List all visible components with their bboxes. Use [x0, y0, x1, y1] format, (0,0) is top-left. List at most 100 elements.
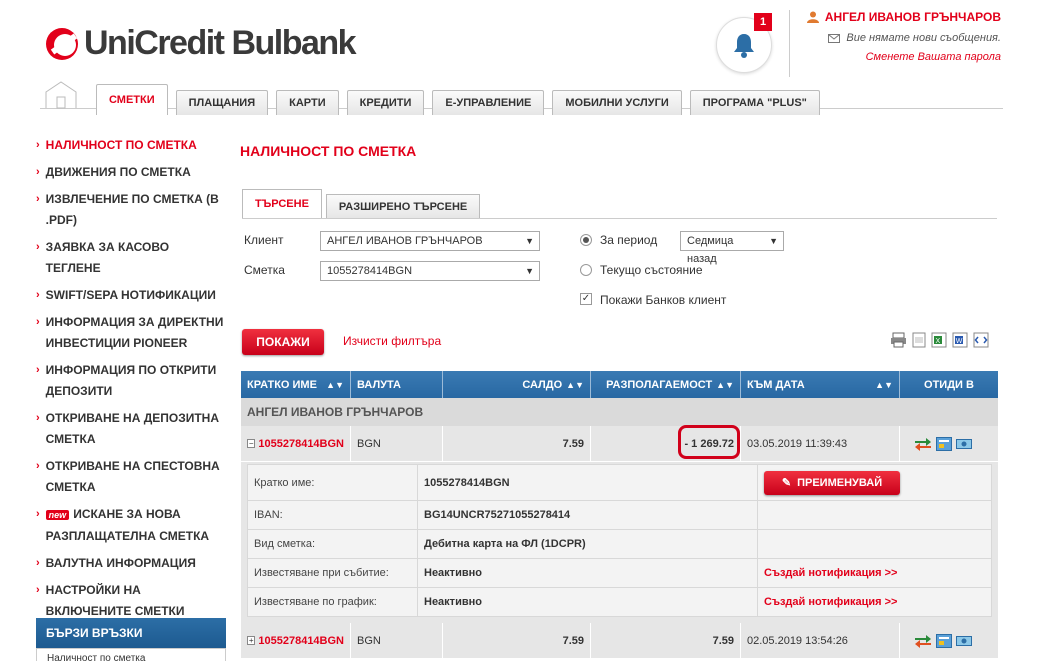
statement-icon[interactable]	[936, 633, 952, 648]
xml-icon[interactable]	[973, 332, 989, 348]
tab-accounts[interactable]: СМЕТКИ	[96, 84, 168, 115]
period-select[interactable]: Седмица назад ▼	[680, 231, 784, 265]
arrow-icon: ›	[36, 166, 40, 178]
pdf-icon[interactable]	[912, 332, 926, 348]
new-badge: new	[45, 510, 70, 520]
arrow-icon: ›	[36, 139, 40, 151]
period-radio[interactable]	[580, 234, 592, 246]
create-event-notification-link[interactable]: Създай нотификация >>	[764, 567, 897, 579]
col-available[interactable]: РАЗПОЛАГАЕМОСТ ▲▼	[591, 371, 741, 398]
sidebar-item-balance[interactable]: › НАЛИЧНОСТ ПО СМЕТКА	[36, 135, 226, 156]
table-header: КРАТКО ИМЕ ▲▼ ВАЛУТА САЛДО ▲▼ РАЗПОЛАГАЕМО…	[241, 371, 998, 398]
col-short-name[interactable]: КРАТКО ИМЕ ▲▼	[241, 371, 351, 398]
detail-row-short-name: Кратко име: 1055278414BGN ✎ ПРЕИМЕНУВАЙ	[247, 464, 992, 501]
show-bank-client-checkbox[interactable]: ✓	[580, 293, 592, 305]
excel-icon[interactable]: X	[931, 332, 947, 348]
sidebar-item-deposits-info[interactable]: › ИНФОРМАЦИЯ ПО ОТКРИТИ ДЕПОЗИТИ	[36, 360, 226, 402]
money-icon[interactable]	[956, 634, 972, 648]
row-currency: BGN	[351, 623, 443, 658]
sidebar-item-movements[interactable]: › ДВИЖЕНИЯ ПО СМЕТКА	[36, 162, 226, 183]
page-title: НАЛИЧНОСТ ПО СМЕТКА	[240, 143, 417, 159]
transfer-arrows-icon[interactable]	[914, 634, 932, 648]
tab-cards[interactable]: КАРТИ	[276, 90, 339, 115]
user-name[interactable]: АНГЕЛ ИВАНОВ ГРЪНЧАРОВ	[806, 10, 1001, 24]
print-icon[interactable]	[890, 332, 907, 348]
arrow-icon: ›	[36, 460, 40, 472]
create-schedule-notification-link[interactable]: Създай нотификация >>	[764, 596, 897, 608]
tab-mobile-services[interactable]: МОБИЛНИ УСЛУГИ	[552, 90, 682, 115]
expand-icon[interactable]: +	[247, 636, 256, 645]
sidebar-item-pioneer[interactable]: › ИНФОРМАЦИЯ ЗА ДИРЕКТНИ ИНВЕСТИЦИИ PIONE…	[36, 312, 226, 354]
row-balance: 7.59	[443, 426, 591, 461]
tab-payments[interactable]: ПЛАЩАНИЯ	[175, 90, 269, 115]
row-date: 02.05.2019 13:54:26	[741, 623, 900, 658]
bank-logo[interactable]: UniCredit Bulbank	[46, 24, 357, 63]
account-select[interactable]: 1055278414BGN ▼	[320, 261, 540, 281]
sidebar-item-account-settings[interactable]: › НАСТРОЙКИ НА ВКЛЮЧЕНИТЕ СМЕТКИ	[36, 580, 226, 622]
sidebar-item-swift-sepa[interactable]: › SWIFT/SEPA НОТИФИКАЦИИ	[36, 285, 226, 306]
sidebar-item-cash-withdrawal[interactable]: › ЗАЯВКА ЗА КАСОВО ТЕГЛЕНЕ	[36, 237, 226, 279]
row-name-cell[interactable]: − 1055278414BGN	[241, 426, 351, 461]
account-link[interactable]: 1055278414BGN	[258, 438, 344, 450]
home-icon	[45, 81, 77, 109]
messages-status[interactable]: Вие нямате нови съобщения.	[807, 32, 1001, 44]
quick-links-header[interactable]: БЪРЗИ ВРЪЗКИ	[36, 618, 226, 648]
change-password-link[interactable]: Сменете Вашата парола	[807, 51, 1001, 63]
tab-loans[interactable]: КРЕДИТИ	[346, 90, 425, 115]
quick-links-first[interactable]: Наличност по сметка	[36, 648, 226, 661]
tab-plus-program[interactable]: ПРОГРАМА "PLUS"	[689, 90, 820, 115]
header-divider	[789, 10, 790, 77]
detail-row-event-notification: Известяване при събитие: Неактивно Създа…	[247, 559, 992, 588]
main-nav: СМЕТКИ ПЛАЩАНИЯ КАРТИ КРЕДИТИ Е-УПРАВЛЕН…	[96, 84, 820, 115]
row-date: 03.05.2019 11:39:43	[741, 426, 900, 461]
collapse-icon[interactable]: −	[247, 439, 256, 448]
tab-advanced-search[interactable]: РАЗШИРЕНО ТЪРСЕНЕ	[325, 194, 481, 218]
account-link[interactable]: 1055278414BGN	[258, 635, 344, 647]
client-select[interactable]: АНГЕЛ ИВАНОВ ГРЪНЧАРОВ ▼	[320, 231, 540, 251]
export-toolbar: X W	[890, 332, 989, 348]
show-bank-client-label: Покажи Банков клиент	[600, 293, 727, 307]
sidebar-item-new-payment-account[interactable]: › new ИСКАНЕ ЗА НОВА РАЗПЛАЩАТЕЛНА СМЕТКА	[36, 504, 226, 547]
current-state-label: Текущо състояние	[600, 263, 703, 277]
col-date[interactable]: КЪМ ДАТА ▲▼	[741, 371, 900, 398]
money-icon[interactable]	[956, 437, 972, 451]
col-balance[interactable]: САЛДО ▲▼	[443, 371, 591, 398]
sidebar-item-currency-info[interactable]: › ВАЛУТНА ИНФОРМАЦИЯ	[36, 553, 226, 574]
chevron-down-icon: ▼	[769, 236, 778, 246]
svg-text:X: X	[936, 338, 941, 345]
search-tabs: ТЪРСЕНЕ РАЗШИРЕНО ТЪРСЕНЕ	[242, 189, 481, 218]
user-icon	[806, 11, 819, 23]
detail-row-account-type: Вид сметка: Дебитна карта на ФЛ (1DCPR)	[247, 530, 992, 559]
search-tabs-baseline	[242, 218, 997, 219]
tab-search[interactable]: ТЪРСЕНЕ	[242, 189, 322, 218]
show-button[interactable]: ПОКАЖИ	[242, 329, 324, 355]
client-select-value: АНГЕЛ ИВАНОВ ГРЪНЧАРОВ	[327, 235, 483, 247]
detail-row-schedule-notification: Известяване по график: Неактивно Създай …	[247, 588, 992, 617]
bell-icon	[734, 34, 754, 58]
balance-table: КРАТКО ИМЕ ▲▼ ВАЛУТА САЛДО ▲▼ РАЗПОЛАГАЕМО…	[241, 371, 998, 659]
chevron-down-icon: ▼	[525, 266, 534, 276]
statement-icon[interactable]	[936, 436, 952, 451]
sidebar-item-open-savings[interactable]: › ОТКРИВАНЕ НА СПЕСТОВНА СМЕТКА	[36, 456, 226, 498]
current-state-radio[interactable]	[580, 264, 592, 276]
sidebar-item-open-deposit[interactable]: › ОТКРИВАНЕ НА ДЕПОЗИТНА СМЕТКА	[36, 408, 226, 450]
transfer-arrows-icon[interactable]	[914, 437, 932, 451]
user-block: АНГЕЛ ИВАНОВ ГРЪНЧАРОВ Вие нямате нови с…	[806, 10, 1001, 63]
tab-e-government[interactable]: Е-УПРАВЛЕНИЕ	[432, 90, 545, 115]
sidebar: › НАЛИЧНОСТ ПО СМЕТКА › ДВИЖЕНИЯ ПО СМЕТКА…	[36, 135, 226, 628]
row-name-cell[interactable]: + 1055278414BGN	[241, 623, 351, 658]
home-tab[interactable]	[40, 80, 82, 109]
account-details-panel: Кратко име: 1055278414BGN ✎ ПРЕИМЕНУВАЙ …	[241, 462, 998, 623]
word-icon[interactable]: W	[952, 332, 968, 348]
clear-filters-link[interactable]: Изчисти филтъра	[343, 334, 441, 348]
rename-button[interactable]: ✎ ПРЕИМЕНУВАЙ	[764, 470, 900, 495]
sort-icon: ▲▼	[716, 379, 734, 390]
notification-count-badge: 1	[754, 13, 772, 31]
sidebar-item-statement-pdf[interactable]: › ИЗВЛЕЧЕНИЕ ПО СМЕТКА (В .PDF)	[36, 189, 226, 231]
sort-icon: ▲▼	[326, 379, 344, 390]
arrow-icon: ›	[36, 289, 40, 301]
account-select-value: 1055278414BGN	[327, 265, 413, 277]
pencil-icon: ✎	[781, 477, 792, 489]
sort-icon: ▲▼	[566, 379, 584, 390]
arrow-icon: ›	[36, 584, 40, 596]
